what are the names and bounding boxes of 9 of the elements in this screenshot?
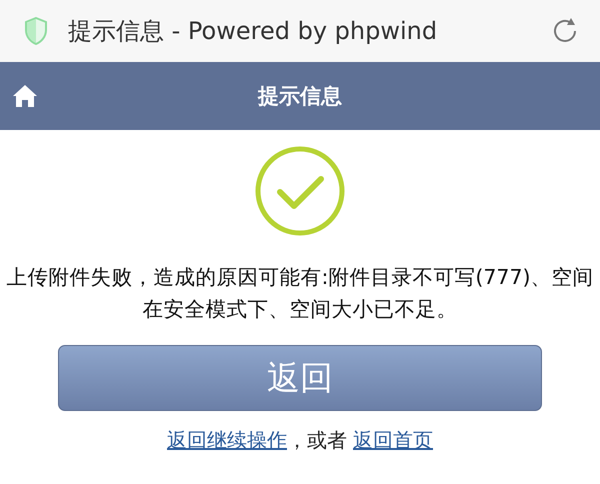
nav-title: 提示信息 <box>258 83 342 110</box>
separator-text: ，或者 <box>287 427 347 454</box>
home-icon[interactable] <box>12 84 38 108</box>
page-title: 提示信息 - Powered by phpwind <box>68 16 438 47</box>
checkmark-icon <box>254 145 346 237</box>
continue-link[interactable]: 返回继续操作 <box>167 427 287 454</box>
shield-icon <box>24 17 48 45</box>
home-link[interactable]: 返回首页 <box>353 427 433 454</box>
error-message: 上传附件失败，造成的原因可能有:附件目录不可写(777)、空间在安全模式下、空间大小已不足。 <box>5 264 595 323</box>
